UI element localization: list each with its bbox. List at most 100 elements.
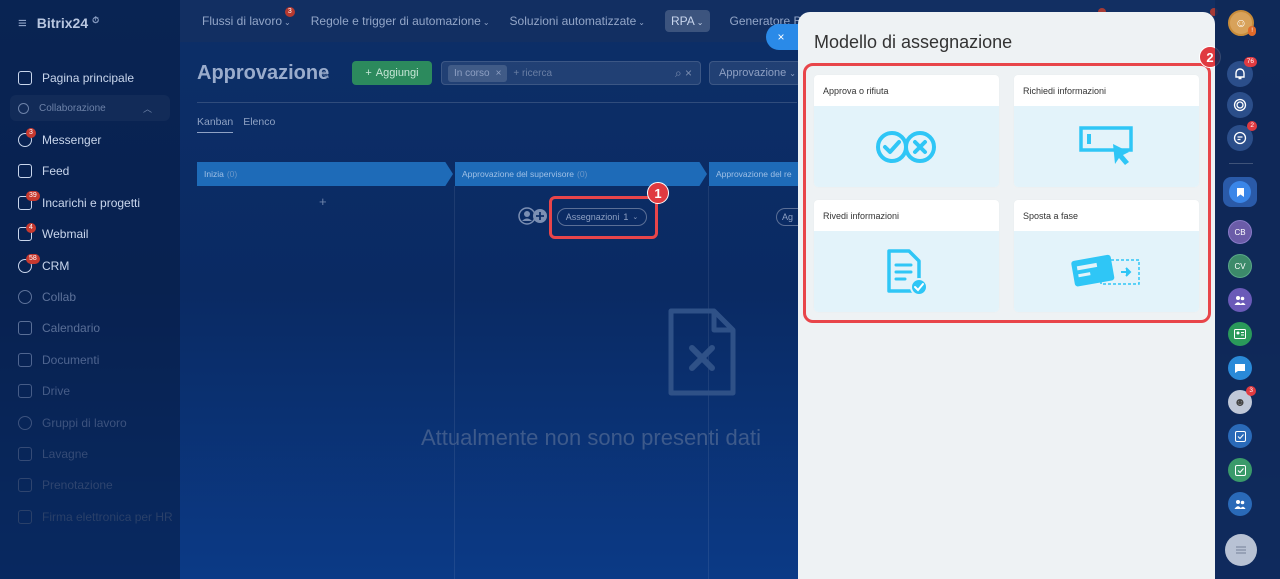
column-count: (0) — [576, 169, 588, 179]
column-divider — [454, 186, 455, 579]
kanban-column-header[interactable]: Approvazione del re — [709, 162, 801, 186]
sidebar-section-label: Collaborazione — [39, 102, 106, 114]
top-menu-item-rpa[interactable]: RPA ⌄ — [665, 10, 710, 32]
bookmark-button[interactable] — [1223, 177, 1257, 207]
right-rail: ☺ ! 76 2 CB CV ☻ 3 — [1215, 0, 1280, 579]
sidebar-item-webmail[interactable]: 4 Webmail — [0, 219, 180, 250]
chevron-up-icon: ︿ — [142, 103, 152, 114]
counter-badge: 2 — [1247, 121, 1257, 131]
top-menu-item-workflows[interactable]: Flussi di lavoro ⌄ 3 — [202, 7, 295, 28]
kanban-column-header[interactable]: Inizia (0) — [197, 162, 453, 186]
kanban-column-header[interactable]: Approvazione del supervisore (0) — [455, 162, 707, 186]
sidebar-item-groups[interactable]: Gruppi di lavoro — [0, 407, 180, 438]
sidebar-item-booking[interactable]: Prenotazione — [0, 470, 180, 501]
highlight-frame-2 — [803, 63, 1211, 323]
sidebar-item-label: Documenti — [42, 352, 100, 367]
search-icon[interactable]: ⌕ × — [675, 66, 692, 81]
sidebar-item-calendar[interactable]: Calendario — [0, 313, 180, 344]
rail-divider — [1229, 163, 1253, 164]
sidebar-item-home[interactable]: Pagina principale — [0, 62, 180, 93]
plus-icon: + — [365, 67, 372, 79]
empty-document-icon — [668, 308, 736, 396]
tab-kanban[interactable]: Kanban — [197, 116, 234, 133]
search-filter[interactable]: In corso × + ricerca ⌕ × — [441, 61, 701, 85]
filter-chip-label: In corso — [454, 67, 490, 79]
column-title: Approvazione del supervisore — [462, 169, 574, 179]
sidebar-item-boards[interactable]: Lavagne — [0, 438, 180, 469]
bookmark-icon — [1229, 181, 1251, 203]
contact-card-icon[interactable] — [1228, 322, 1252, 346]
column-title: Approvazione del re — [716, 169, 792, 179]
tab-elenco[interactable]: Elenco — [243, 116, 275, 133]
top-menu-item-solutions[interactable]: Soluzioni automatizzate ⌄ — [510, 14, 645, 28]
search-input[interactable]: + ricerca — [513, 68, 552, 79]
avatar-face-icon: ☻ — [1233, 395, 1247, 409]
message-icon[interactable] — [1228, 356, 1252, 380]
sidebar-item-crm[interactable]: 58 CRM — [0, 250, 180, 281]
clock-icon: ⏱ — [92, 14, 100, 25]
brand-name: Bitrix24 — [36, 15, 89, 31]
collab-circle-icon — [18, 290, 32, 305]
add-button[interactable]: + Aggiungi — [352, 61, 432, 85]
sidebar-item-drive[interactable]: Drive — [0, 376, 180, 407]
boards-icon — [18, 446, 32, 461]
top-menu-item-automation[interactable]: Regole e trigger di automazione ⌄ — [311, 14, 490, 28]
close-panel-button[interactable]: × — [766, 24, 800, 50]
sidebar-section-collaborazione[interactable]: Collaborazione ︿ — [10, 95, 170, 122]
sidebar-item-label: CRM — [42, 258, 70, 273]
sidebar-item-label: Pagina principale — [42, 70, 135, 85]
user-avatar[interactable]: ☺ ! — [1228, 10, 1256, 36]
groups-icon — [18, 415, 32, 430]
counter-badge: 4 — [26, 222, 36, 233]
highlight-frame-1 — [549, 196, 658, 239]
sidebar-item-label: Webmail — [42, 227, 89, 242]
sign-icon — [18, 509, 32, 524]
sidebar-item-feed[interactable]: Feed — [0, 156, 180, 187]
sidebar-item-label: Incarichi e progetti — [42, 195, 141, 210]
sidebar-item-messenger[interactable]: 3 Messenger — [0, 124, 180, 155]
add-item-button[interactable]: + — [319, 194, 327, 209]
top-menu-label: RPA — [671, 14, 695, 28]
sidebar-item-hr-sign[interactable]: Firma elettronica per HR — [0, 501, 180, 532]
sidebar-item-label: Collab — [42, 290, 77, 305]
bell-icon[interactable]: 76 — [1227, 57, 1257, 87]
column-count: (0) — [226, 169, 238, 179]
sidebar-item-label: Firma elettronica per HR — [42, 509, 173, 524]
assignments-button-partial[interactable]: Ag — [776, 208, 798, 226]
counter-badge: 39 — [26, 191, 40, 202]
group-icon[interactable] — [1228, 492, 1252, 516]
sidebar-item-tasks[interactable]: 39 Incarichi e progetti — [0, 187, 180, 218]
process-select-label: Approvazione — [719, 67, 787, 79]
booking-icon — [18, 478, 32, 493]
avatar[interactable]: CB — [1228, 220, 1252, 244]
process-select[interactable]: Approvazione ⌄ — [709, 61, 801, 85]
menu-icon[interactable]: ≡ — [18, 15, 27, 32]
callout-badge-1: 1 — [647, 182, 669, 204]
chat-icon[interactable]: 2 — [1227, 121, 1257, 151]
spiral-icon[interactable] — [1227, 92, 1253, 118]
avatar-face-icon: ☺ — [1234, 16, 1248, 30]
counter-badge: 3 — [26, 128, 36, 139]
brand[interactable]: ≡ Bitrix24 ⏱ — [18, 14, 99, 32]
divider — [197, 102, 797, 103]
sidebar-item-label: Lavagne — [42, 446, 89, 461]
menu-icon[interactable] — [1225, 534, 1257, 566]
sidebar-item-label: Feed — [42, 164, 70, 179]
feed-icon — [18, 164, 32, 179]
add-user-icon[interactable] — [518, 207, 550, 228]
task-icon[interactable] — [1228, 424, 1252, 448]
sidebar-item-documents[interactable]: Documenti — [0, 344, 180, 375]
group-icon[interactable] — [1228, 288, 1252, 312]
chevron-down-icon: ⌄ — [482, 18, 490, 27]
sidebar-item-label: Messenger — [42, 133, 102, 148]
avatar[interactable]: ☻ 3 — [1228, 386, 1256, 414]
task-icon[interactable] — [1228, 458, 1252, 482]
filter-chip[interactable]: In corso × — [448, 64, 508, 82]
view-tabs: Kanban Elenco — [197, 116, 275, 133]
drive-icon — [18, 384, 32, 399]
top-menu-label: Soluzioni automatizzate — [509, 14, 637, 28]
avatar[interactable]: CV — [1228, 254, 1252, 278]
pin-icon[interactable]: ✎ — [321, 69, 330, 82]
sidebar-item-collab[interactable]: Collab — [0, 281, 180, 312]
close-icon[interactable]: × — [496, 68, 502, 79]
